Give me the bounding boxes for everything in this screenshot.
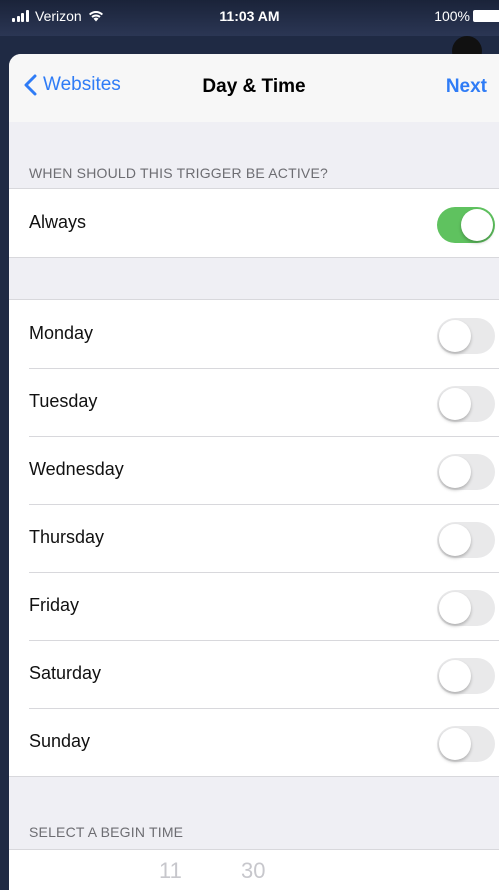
always-label: Always xyxy=(29,212,87,232)
day-label-sunday: Sunday xyxy=(29,731,91,751)
day-row-thursday: Thursday xyxy=(9,504,499,572)
day-label-tuesday: Tuesday xyxy=(29,391,98,411)
tuesday-toggle[interactable] xyxy=(437,386,495,422)
battery-icon xyxy=(473,10,499,22)
toggle-knob xyxy=(439,524,471,556)
days-group: Monday Tuesday Wednesday Thursday Friday… xyxy=(9,299,499,777)
battery-percent: 100% xyxy=(434,8,470,24)
always-group: Always xyxy=(9,188,499,258)
status-right: 100% xyxy=(434,8,499,24)
status-bar: Verizon 11:03 AM 100% xyxy=(0,0,499,36)
day-row-friday: Friday xyxy=(9,572,499,640)
section-header-active: WHEN SHOULD THIS TRIGGER BE ACTIVE? xyxy=(29,165,328,181)
saturday-toggle[interactable] xyxy=(437,658,495,694)
day-label-friday: Friday xyxy=(29,595,80,615)
toggle-knob xyxy=(439,388,471,420)
day-label-saturday: Saturday xyxy=(29,663,102,683)
sunday-toggle[interactable] xyxy=(437,726,495,762)
day-label-monday: Monday xyxy=(29,323,94,343)
toggle-knob xyxy=(439,592,471,624)
page-title: Day & Time xyxy=(202,76,306,97)
next-button[interactable]: Next xyxy=(446,76,487,98)
toggle-knob xyxy=(439,728,471,760)
modal-sheet: Websites Day & Time Next WHEN SHOULD THI… xyxy=(9,54,499,890)
status-time: 11:03 AM xyxy=(219,8,280,24)
time-picker[interactable]: 11 30 xyxy=(9,849,499,890)
toggle-knob xyxy=(439,660,471,692)
navigation-bar: Websites Day & Time Next xyxy=(9,54,499,122)
day-row-sunday: Sunday xyxy=(9,708,499,776)
friday-toggle[interactable] xyxy=(437,590,495,626)
day-row-saturday: Saturday xyxy=(9,640,499,708)
day-row-wednesday: Wednesday xyxy=(9,436,499,504)
day-label-wednesday: Wednesday xyxy=(29,459,124,479)
always-toggle[interactable] xyxy=(437,207,495,243)
toggle-knob xyxy=(439,456,471,488)
day-row-tuesday: Tuesday xyxy=(9,368,499,436)
toggle-knob xyxy=(439,320,471,352)
picker-minute[interactable]: 30 xyxy=(241,858,265,884)
day-label-thursday: Thursday xyxy=(29,527,105,547)
thursday-toggle[interactable] xyxy=(437,522,495,558)
toggle-knob xyxy=(461,209,493,241)
picker-hour[interactable]: 11 xyxy=(159,858,182,884)
wednesday-toggle[interactable] xyxy=(437,454,495,490)
day-row-monday: Monday xyxy=(9,300,499,368)
monday-toggle[interactable] xyxy=(437,318,495,354)
section-header-begin-time: SELECT A BEGIN TIME xyxy=(29,824,184,840)
always-row: Always xyxy=(9,189,499,257)
